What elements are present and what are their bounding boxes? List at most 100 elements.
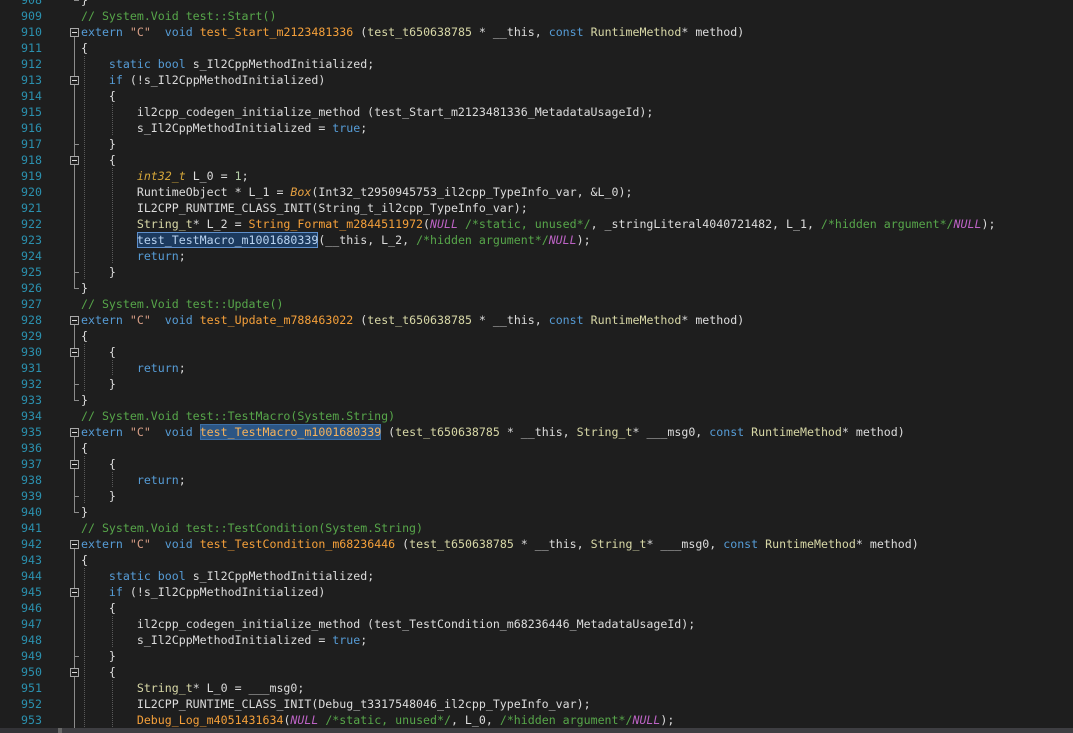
editor-line: 915 il2cpp_codegen_initialize_method (te… [0, 104, 1073, 120]
code-line[interactable]: String_t* L_0 = ___msg0; [81, 680, 305, 696]
keyword-token: return [136, 361, 179, 375]
code-line[interactable]: } [81, 264, 116, 280]
editor-line: 921 IL2CPP_RUNTIME_CLASS_INIT(String_t_i… [0, 200, 1073, 216]
code-line[interactable]: int32_t L_0 = 1; [81, 168, 249, 184]
code-line[interactable]: IL2CPP_RUNTIME_CLASS_INIT(String_t_il2cp… [81, 200, 528, 216]
code-line[interactable]: { [81, 88, 116, 104]
code-line[interactable]: } [81, 648, 116, 664]
code-editor[interactable]: 908} 909// System.Void test::Start() 910 ex… [0, 0, 1073, 733]
zoom-control[interactable] [0, 728, 58, 733]
code-line[interactable]: static bool s_Il2CppMethodInitialized; [81, 56, 374, 72]
code-line[interactable]: { [81, 152, 116, 168]
outline-line [74, 200, 75, 216]
method-name[interactable]: String_Format_m2844511972 [249, 217, 424, 231]
code-line[interactable]: s_Il2CppMethodInitialized = true; [81, 632, 367, 648]
editor-line: 920 RuntimeObject * L_1 = Box(Int32_t295… [0, 184, 1073, 200]
code-line[interactable]: { [81, 440, 88, 456]
method-name[interactable]: test_Start_m2123481336 [200, 25, 354, 39]
line-number: 945 [21, 585, 42, 599]
code-line[interactable]: if (!s_Il2CppMethodInitialized) [81, 584, 325, 600]
code-line[interactable]: static bool s_Il2CppMethodInitialized; [81, 568, 374, 584]
code-line[interactable]: IL2CPP_RUNTIME_CLASS_INIT(Debug_t3317548… [81, 696, 591, 712]
code-line[interactable]: extern "C" void test_TestMacro_m10016803… [81, 424, 905, 440]
code-line[interactable]: il2cpp_codegen_initialize_method (test_S… [81, 104, 654, 120]
macro-token: NULL [632, 713, 661, 727]
horizontal-scrollbar[interactable] [0, 728, 1073, 733]
line-number: 950 [21, 665, 42, 679]
code-line[interactable]: // System.Void test::TestCondition(Syste… [81, 520, 423, 536]
editor-line: 911 { [0, 40, 1073, 56]
collapse-toggle[interactable] [70, 348, 79, 357]
code-line[interactable]: // System.Void test::Start() [81, 8, 276, 24]
code-line[interactable]: } [81, 136, 116, 152]
method-name[interactable]: test_Update_m788463022 [200, 313, 354, 327]
code-line[interactable]: { [81, 664, 116, 680]
code-line[interactable]: // System.Void test::Update() [81, 296, 283, 312]
editor-line: 929 { [0, 328, 1073, 344]
code-text: { [108, 457, 116, 471]
code-line[interactable]: il2cpp_codegen_initialize_method (test_T… [81, 616, 695, 632]
code-line[interactable]: { [81, 40, 88, 56]
code-line[interactable]: return; [81, 360, 186, 376]
editor-line: 948 s_Il2CppMethodInitialized = true; [0, 632, 1073, 648]
line-number: 929 [21, 329, 42, 343]
highlighted-method-reference[interactable]: test_TestMacro_m1001680339 [136, 232, 319, 248]
outline-line [74, 504, 75, 512]
code-line[interactable]: { [81, 456, 116, 472]
type-name: RuntimeMethod [590, 25, 682, 39]
outline-line [74, 232, 75, 248]
code-line[interactable]: } [81, 504, 88, 520]
code-line[interactable]: extern "C" void test_Start_m2123481336 (… [81, 24, 744, 40]
code-text: (__this, L_2, [318, 233, 417, 247]
method-name[interactable]: test_TestCondition_m68236446 [200, 537, 395, 551]
code-line[interactable]: extern "C" void test_TestCondition_m6823… [81, 536, 919, 552]
code-text: } [81, 393, 88, 407]
collapse-toggle[interactable] [70, 460, 79, 469]
scrollbar-thumb[interactable] [58, 728, 62, 733]
code-text: ); [576, 233, 591, 247]
collapse-toggle[interactable] [70, 588, 79, 597]
function-name[interactable]: Box [290, 185, 311, 199]
code-text: ( [395, 537, 410, 551]
collapse-toggle[interactable] [70, 76, 79, 85]
code-line[interactable]: } [81, 0, 88, 8]
code-line[interactable]: { [81, 552, 88, 568]
code-line[interactable]: extern "C" void test_Update_m788463022 (… [81, 312, 744, 328]
collapse-toggle[interactable] [70, 428, 79, 437]
editor-line: 940} [0, 504, 1073, 520]
code-line[interactable]: String_t* L_2 = String_Format_m284451197… [81, 216, 996, 232]
highlighted-method-definition[interactable]: test_TestMacro_m1001680339 [199, 424, 382, 440]
code-line[interactable]: // System.Void test::TestMacro(System.St… [81, 408, 395, 424]
collapse-toggle[interactable] [70, 156, 79, 165]
code-line[interactable]: test_TestMacro_m1001680339(__this, L_2, … [81, 232, 591, 248]
code-line[interactable]: { [81, 328, 88, 344]
method-name[interactable]: Debug_Log_m4051431634 [137, 713, 284, 727]
keyword-token: void [164, 537, 193, 551]
code-line[interactable]: } [81, 488, 116, 504]
collapse-toggle[interactable] [70, 316, 79, 325]
code-line[interactable]: if (!s_Il2CppMethodInitialized) [81, 72, 325, 88]
collapse-toggle[interactable] [70, 28, 79, 37]
code-line[interactable]: } [81, 392, 88, 408]
code-line[interactable]: } [81, 376, 116, 392]
line-number: 926 [21, 281, 42, 295]
collapse-toggle[interactable] [70, 540, 79, 549]
number-literal: 1 [234, 169, 242, 183]
code-line[interactable]: { [81, 600, 116, 616]
code-line[interactable]: return; [81, 472, 186, 488]
code-line[interactable]: RuntimeObject * L_1 = Box(Int32_t2950945… [81, 184, 633, 200]
code-line[interactable]: return; [81, 248, 186, 264]
code-line[interactable]: Debug_Log_m4051431634(NULL /*static, unu… [81, 712, 675, 728]
collapse-toggle[interactable] [70, 668, 79, 677]
line-number: 918 [21, 153, 42, 167]
code-line[interactable]: { [81, 344, 116, 360]
code-line[interactable]: } [81, 280, 88, 296]
keyword-token: true [332, 633, 361, 647]
code-line[interactable]: s_Il2CppMethodInitialized = true; [81, 120, 367, 136]
